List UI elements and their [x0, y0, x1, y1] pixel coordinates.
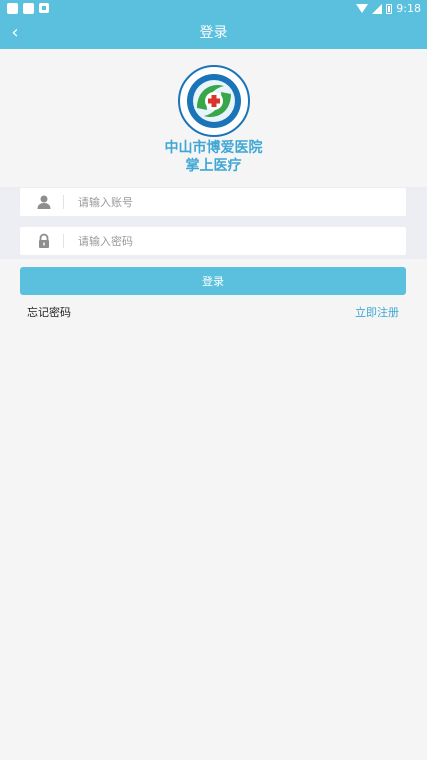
status-bar: 9:18 — [0, 0, 427, 18]
username-input[interactable] — [78, 191, 398, 213]
system-icons: 9:18 — [356, 2, 421, 15]
battery-icon — [386, 3, 393, 14]
hospital-logo-icon — [178, 65, 250, 137]
username-field[interactable] — [20, 188, 406, 216]
forgot-password-link[interactable]: 忘记密码 — [27, 305, 71, 321]
signal-icon — [372, 3, 383, 14]
app-subtitle: 掌上医疗 — [185, 158, 242, 174]
wifi-icon — [356, 4, 369, 13]
notification-square-icon — [7, 3, 18, 14]
notification-square-icon — [23, 3, 34, 14]
register-link[interactable]: 立即注册 — [355, 305, 399, 321]
password-field[interactable] — [20, 227, 406, 255]
nav-bar: ‹ 登录 — [0, 18, 427, 49]
status-time: 9:18 — [396, 2, 421, 15]
field-divider — [63, 234, 64, 248]
field-divider — [63, 195, 64, 209]
password-input[interactable] — [78, 230, 398, 252]
hospital-name: 中山市博爱医院 — [164, 140, 263, 156]
page-title: 登录 — [199, 25, 228, 41]
notification-icons — [7, 3, 49, 14]
lock-icon — [39, 233, 49, 248]
login-button[interactable]: 登录 — [20, 267, 406, 295]
notification-small-icon — [39, 3, 49, 13]
header: 中山市博爱医院 掌上医疗 — [0, 49, 427, 187]
user-icon — [37, 195, 51, 209]
